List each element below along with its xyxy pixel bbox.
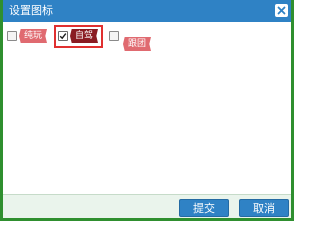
icon-options-area: 纯玩 自驾 跟团: [3, 22, 291, 194]
cancel-button[interactable]: 取消: [239, 199, 289, 217]
icon-checkbox-zijia[interactable]: [58, 31, 68, 41]
dialog-title: 设置图标: [9, 4, 53, 17]
submit-button[interactable]: 提交: [179, 199, 229, 217]
set-icon-dialog: 设置图标 纯玩 自驾 跟团 提交 取消: [0, 0, 294, 221]
close-icon: [277, 6, 286, 15]
icon-tag-gentuan: 跟团: [123, 37, 151, 51]
dialog-footer: 提交 取消: [3, 194, 291, 221]
icon-tag-chunwan: 纯玩: [19, 29, 47, 43]
checkmark-icon: [59, 33, 67, 40]
icon-tag-zijia: 自驾: [70, 29, 98, 43]
icon-tag-label: 自驾: [74, 31, 93, 41]
icon-tag-label: 跟团: [127, 39, 146, 49]
close-button[interactable]: [275, 4, 288, 17]
dialog-titlebar: 设置图标: [3, 0, 291, 22]
icon-tag-label: 纯玩: [23, 31, 42, 41]
icon-checkbox-gentuan[interactable]: [109, 31, 119, 41]
icon-checkbox-chunwan[interactable]: [7, 31, 17, 41]
